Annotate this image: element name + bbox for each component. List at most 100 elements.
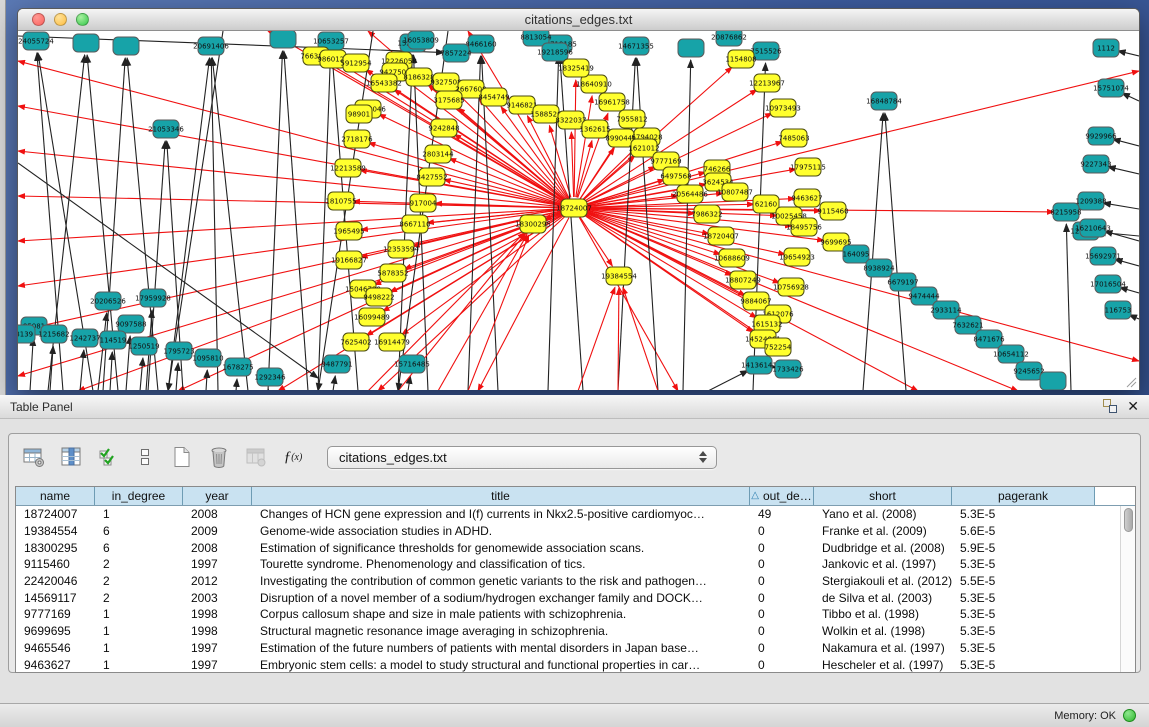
table-panel-body: ƒ(x) citations_edges.txt namein_degreeye… xyxy=(8,433,1141,673)
delete-button[interactable] xyxy=(206,444,232,470)
graph-node-label: 2933114 xyxy=(930,307,962,315)
select-all-button[interactable] xyxy=(95,444,121,470)
graph-node-label: 8454749 xyxy=(478,94,509,102)
function-builder-button[interactable]: ƒ(x) xyxy=(280,444,306,470)
graph-edge xyxy=(268,51,282,390)
graph-node[interactable] xyxy=(678,39,704,57)
column-header-pagerank[interactable]: pagerank xyxy=(952,487,1095,505)
close-panel-icon[interactable]: ✕ xyxy=(1127,399,1139,413)
graph-node-label: 8471676 xyxy=(973,336,1005,344)
graph-edge xyxy=(580,217,612,266)
column-header-title[interactable]: title xyxy=(252,487,750,505)
scrollbar-thumb[interactable] xyxy=(1124,508,1133,532)
cell-title: Structural magnetic resonance image aver… xyxy=(252,624,750,638)
cell-out_de: 0 xyxy=(750,624,814,638)
cell-pagerank: 5.5E-5 xyxy=(952,574,1095,588)
graph-node-label: 10807487 xyxy=(717,189,753,197)
cell-short: Dudbridge et al. (2008) xyxy=(814,541,952,555)
table-header-row: namein_degreeyeartitle△out_de…shortpager… xyxy=(16,487,1135,506)
column-header-year[interactable]: year xyxy=(183,487,252,505)
cell-pagerank: 5.3E-5 xyxy=(952,624,1095,638)
graph-node-label: 20691406 xyxy=(193,43,229,51)
float-front-square xyxy=(1109,405,1117,413)
cell-name: 9115460 xyxy=(16,557,95,571)
table-row[interactable]: 1938455462009Genome-wide association stu… xyxy=(16,523,1135,540)
cell-title: Corpus callosum shape and size in male p… xyxy=(252,607,750,621)
graph-edge xyxy=(885,113,906,390)
graph-node-label: 62160 xyxy=(755,201,777,209)
graph-edge xyxy=(236,379,237,390)
cell-out_de: 0 xyxy=(750,541,814,555)
table-row[interactable]: 1872400712008Changes of HCN gene express… xyxy=(16,506,1135,523)
cell-in_degree: 2 xyxy=(95,574,183,588)
clear-selection-button[interactable] xyxy=(132,444,158,470)
graph-node-label: 18720407 xyxy=(703,233,739,241)
column-header-in_degree[interactable]: in_degree xyxy=(95,487,183,505)
graph-edge xyxy=(1118,51,1139,56)
cell-out_de: 0 xyxy=(750,524,814,538)
table-row[interactable]: 977716911998Corpus callosum shape and si… xyxy=(16,606,1135,623)
cell-year: 2008 xyxy=(183,541,252,555)
graph-node-label: 7485063 xyxy=(778,135,809,143)
citation-network-graph[interactable]: 2405572420691406106532571527602846616010… xyxy=(18,31,1139,390)
cell-in_degree: 1 xyxy=(95,624,183,638)
table-scrollbar[interactable] xyxy=(1120,506,1135,672)
table-row[interactable]: 1830029562008Estimation of significance … xyxy=(16,539,1135,556)
graph-node-label: 8215958 xyxy=(1050,209,1081,217)
cell-name: 9777169 xyxy=(16,607,95,621)
table-body: 1872400712008Changes of HCN gene express… xyxy=(16,506,1135,673)
table-row[interactable]: 1456911722003Disruption of a novel membe… xyxy=(16,589,1135,606)
graph-node-label: 917004 xyxy=(410,200,437,208)
float-panel-icon[interactable] xyxy=(1103,399,1117,413)
graph-node-label: 8813054 xyxy=(520,34,552,42)
graph-node[interactable] xyxy=(1040,372,1066,390)
column-header-name[interactable]: name xyxy=(16,487,95,505)
cell-pagerank: 5.3E-5 xyxy=(952,641,1095,655)
graph-edge xyxy=(578,287,615,390)
table-panel-title: Table Panel xyxy=(10,400,73,414)
graph-edge xyxy=(585,211,1139,361)
cell-short: Nakamura et al. (1997) xyxy=(814,641,952,655)
table-row[interactable]: 2242004622012Investigating the contribut… xyxy=(16,573,1135,590)
graph-edge xyxy=(1108,167,1139,174)
graph-node-label: 3175685 xyxy=(433,97,464,105)
import-table-button[interactable] xyxy=(243,444,269,470)
graph-node-label: 15716485 xyxy=(394,361,430,369)
graph-node-label: 1095810 xyxy=(192,355,223,363)
graph-node[interactable] xyxy=(113,37,139,55)
network-canvas[interactable]: 2405572420691406106532571527602846616010… xyxy=(18,31,1139,390)
column-header-out_de[interactable]: △out_de… xyxy=(750,487,814,505)
graph-node-label: 19654923 xyxy=(779,254,815,262)
graph-node-label: 16099489 xyxy=(354,314,390,322)
table-selector-dropdown[interactable]: citations_edges.txt xyxy=(327,446,717,469)
cell-in_degree: 6 xyxy=(95,524,183,538)
window-title: citations_edges.txt xyxy=(18,12,1139,27)
show-columns-button[interactable] xyxy=(58,444,84,470)
graph-edge xyxy=(637,58,658,390)
graph-edge xyxy=(333,376,335,390)
table-row[interactable]: 946554611997Estimation of the future num… xyxy=(16,640,1135,657)
cell-short: Jankovic et al. (1997) xyxy=(814,557,952,571)
network-view-window: citations_edges.txt 24055724206914061065… xyxy=(17,8,1140,390)
graph-node-label: 18724007 xyxy=(556,205,592,213)
new-document-button[interactable] xyxy=(169,444,195,470)
column-header-short[interactable]: short xyxy=(814,487,952,505)
cell-in_degree: 6 xyxy=(95,541,183,555)
attribute-table: namein_degreeyeartitle△out_de…shortpager… xyxy=(15,486,1136,673)
canvas-resize-grip-icon[interactable] xyxy=(1125,376,1137,388)
table-row[interactable]: 946362711997Embryonic stem cells: a mode… xyxy=(16,656,1135,673)
graph-node-label: 752254 xyxy=(765,344,792,352)
window-titlebar[interactable]: citations_edges.txt xyxy=(18,9,1139,31)
graph-node-label: 16914479 xyxy=(374,339,410,347)
graph-node[interactable] xyxy=(270,31,296,48)
graph-node-label: 5878352 xyxy=(377,270,408,278)
graph-node[interactable] xyxy=(73,34,99,52)
graph-node-label: 746266 xyxy=(704,166,731,174)
cell-pagerank: 5.3E-5 xyxy=(952,557,1095,571)
graph-node-label: 20876862 xyxy=(711,34,747,42)
table-settings-button[interactable] xyxy=(21,444,47,470)
table-row[interactable]: 969969511998Structural magnetic resonanc… xyxy=(16,623,1135,640)
cell-pagerank: 5.3E-5 xyxy=(952,607,1095,621)
table-row[interactable]: 911546021997Tourette syndrome. Phenomeno… xyxy=(16,556,1135,573)
graph-edge xyxy=(284,51,308,390)
